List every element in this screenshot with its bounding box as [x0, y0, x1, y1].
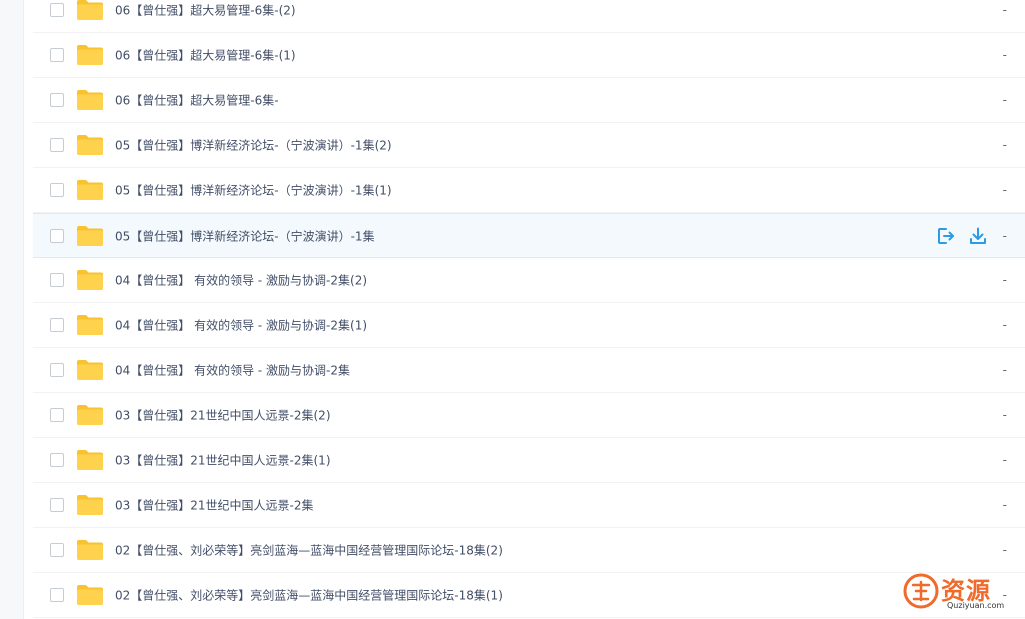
folder-icon	[77, 225, 103, 246]
row-checkbox[interactable]	[50, 48, 64, 62]
file-name[interactable]: 04【曾仕强】 有效的领导 - 激励与协调-2集(1)	[115, 317, 367, 334]
download-icon[interactable]	[968, 226, 988, 246]
file-size: -	[1002, 138, 1007, 152]
file-size: -	[1002, 408, 1007, 422]
file-row[interactable]: 06【曾仕强】超大易管理-6集- -	[33, 78, 1025, 123]
file-row[interactable]: 06【曾仕强】超大易管理-6集-(2) -	[33, 0, 1025, 33]
row-checkbox[interactable]	[50, 543, 64, 557]
folder-icon	[77, 585, 103, 605]
file-size: -	[1002, 498, 1007, 512]
file-name[interactable]: 06【曾仕强】超大易管理-6集-(2)	[115, 2, 296, 19]
file-list: 06【曾仕强】超大易管理-6集-(2) - 06【曾仕强】超大易管理-6集-(1…	[33, 0, 1025, 618]
file-row[interactable]: 04【曾仕强】 有效的领导 - 激励与协调-2集(2) -	[33, 258, 1025, 303]
file-size: -	[1002, 318, 1007, 332]
file-size: -	[1002, 453, 1007, 467]
watermark: 资源 Quziyuan.com	[903, 571, 1021, 615]
file-row-hovered[interactable]: 05【曾仕强】博洋新经济论坛-（宁波演讲）-1集 -	[33, 213, 1025, 258]
file-row[interactable]: 04【曾仕强】 有效的领导 - 激励与协调-2集(1) -	[33, 303, 1025, 348]
row-checkbox[interactable]	[50, 3, 64, 17]
file-name[interactable]: 03【曾仕强】21世纪中国人远景-2集(2)	[115, 407, 331, 424]
file-name[interactable]: 02【曾仕强、刘必荣等】亮剑蓝海—蓝海中国经营管理国际论坛-18集(1)	[115, 587, 503, 604]
row-checkbox[interactable]	[50, 138, 64, 152]
file-name[interactable]: 03【曾仕强】21世纪中国人远景-2集(1)	[115, 452, 331, 469]
file-size: -	[1002, 228, 1007, 243]
folder-icon	[77, 495, 103, 515]
folder-icon	[77, 405, 103, 425]
file-name[interactable]: 06【曾仕强】超大易管理-6集-	[115, 92, 279, 109]
left-sidebar-strip	[0, 0, 24, 619]
folder-icon	[77, 135, 103, 155]
file-name[interactable]: 04【曾仕强】 有效的领导 - 激励与协调-2集(2)	[115, 272, 367, 289]
file-row[interactable]: 02【曾仕强、刘必荣等】亮剑蓝海—蓝海中国经营管理国际论坛-18集(1) -	[33, 573, 1025, 618]
file-size: -	[1002, 363, 1007, 377]
file-name[interactable]: 03【曾仕强】21世纪中国人远景-2集	[115, 497, 314, 514]
row-actions	[936, 226, 988, 246]
file-name[interactable]: 05【曾仕强】博洋新经济论坛-（宁波演讲）-1集(1)	[115, 182, 392, 199]
watermark-logo-icon	[903, 573, 939, 609]
file-name[interactable]: 05【曾仕强】博洋新经济论坛-（宁波演讲）-1集	[115, 227, 375, 244]
row-checkbox[interactable]	[50, 498, 64, 512]
row-checkbox[interactable]	[50, 228, 64, 243]
file-size: -	[1002, 183, 1007, 197]
file-name[interactable]: 04【曾仕强】 有效的领导 - 激励与协调-2集	[115, 362, 350, 379]
row-checkbox[interactable]	[50, 453, 64, 467]
watermark-subtitle: Quziyuan.com	[947, 601, 1005, 610]
folder-icon	[77, 0, 103, 20]
row-checkbox[interactable]	[50, 273, 64, 287]
folder-icon	[77, 360, 103, 380]
folder-icon	[77, 90, 103, 110]
file-row[interactable]: 03【曾仕强】21世纪中国人远景-2集(2) -	[33, 393, 1025, 438]
file-name[interactable]: 06【曾仕强】超大易管理-6集-(1)	[115, 47, 296, 64]
folder-icon	[77, 540, 103, 560]
share-icon[interactable]	[936, 226, 956, 246]
folder-icon	[77, 315, 103, 335]
file-row[interactable]: 02【曾仕强、刘必荣等】亮剑蓝海—蓝海中国经营管理国际论坛-18集(2) -	[33, 528, 1025, 573]
file-row[interactable]: 03【曾仕强】21世纪中国人远景-2集 -	[33, 483, 1025, 528]
file-row[interactable]: 05【曾仕强】博洋新经济论坛-（宁波演讲）-1集(2) -	[33, 123, 1025, 168]
file-row[interactable]: 04【曾仕强】 有效的领导 - 激励与协调-2集 -	[33, 348, 1025, 393]
file-size: -	[1002, 3, 1007, 17]
folder-icon	[77, 450, 103, 470]
row-checkbox[interactable]	[50, 363, 64, 377]
file-size: -	[1002, 93, 1007, 107]
file-size: -	[1002, 48, 1007, 62]
file-name[interactable]: 02【曾仕强、刘必荣等】亮剑蓝海—蓝海中国经营管理国际论坛-18集(2)	[115, 542, 503, 559]
row-checkbox[interactable]	[50, 408, 64, 422]
row-checkbox[interactable]	[50, 183, 64, 197]
file-row[interactable]: 05【曾仕强】博洋新经济论坛-（宁波演讲）-1集(1) -	[33, 168, 1025, 213]
file-row[interactable]: 03【曾仕强】21世纪中国人远景-2集(1) -	[33, 438, 1025, 483]
file-name[interactable]: 05【曾仕强】博洋新经济论坛-（宁波演讲）-1集(2)	[115, 137, 392, 154]
file-size: -	[1002, 273, 1007, 287]
file-size: -	[1002, 543, 1007, 557]
folder-icon	[77, 180, 103, 200]
folder-icon	[77, 270, 103, 290]
row-checkbox[interactable]	[50, 588, 64, 602]
row-checkbox[interactable]	[50, 318, 64, 332]
row-checkbox[interactable]	[50, 93, 64, 107]
file-row[interactable]: 06【曾仕强】超大易管理-6集-(1) -	[33, 33, 1025, 78]
folder-icon	[77, 45, 103, 65]
